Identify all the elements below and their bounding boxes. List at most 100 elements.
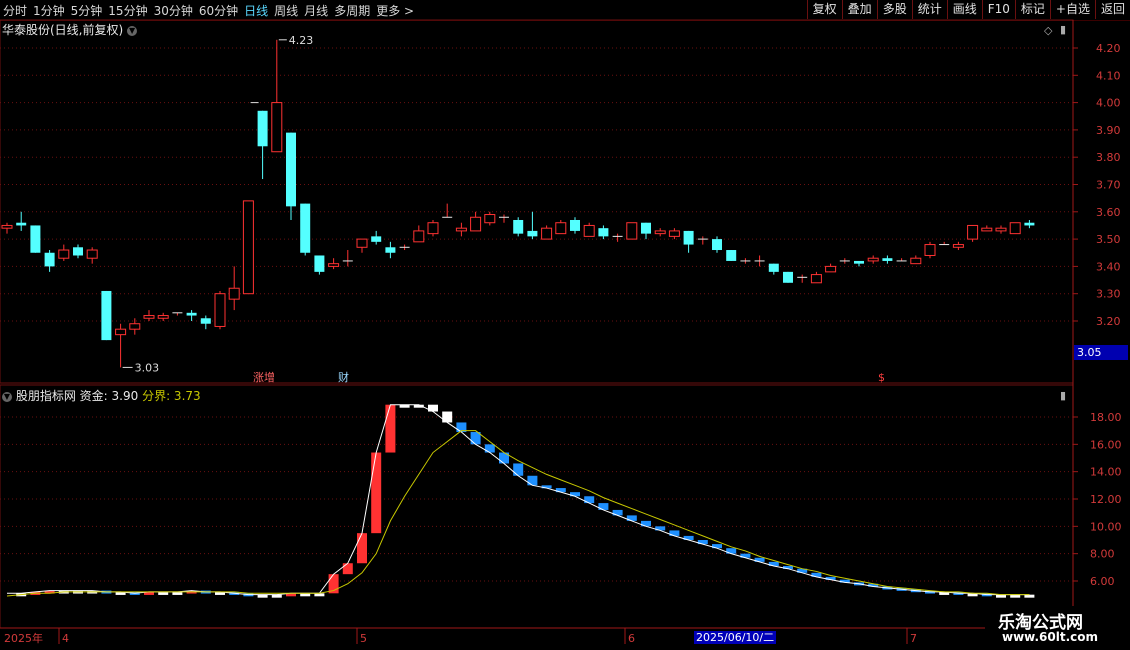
candle-body xyxy=(854,260,864,264)
indicator-tick-label: 6.00 xyxy=(1090,575,1115,588)
candle-body xyxy=(867,257,879,262)
candle-body xyxy=(385,247,396,253)
candle-body xyxy=(228,287,240,300)
price-tick-label: 4.00 xyxy=(1096,97,1121,110)
candle-body xyxy=(726,250,737,261)
fund-bar xyxy=(385,404,396,453)
candle-body xyxy=(967,224,979,240)
candle-body xyxy=(271,102,283,153)
price-tick-label: 3.50 xyxy=(1096,233,1121,246)
price-tick-label: 3.70 xyxy=(1096,179,1121,192)
candle-body xyxy=(58,249,70,259)
candle-body xyxy=(129,323,141,330)
time-axis-label: 2025年 xyxy=(4,631,43,645)
fund-bar xyxy=(428,404,438,412)
price-tick-label: 3.90 xyxy=(1096,124,1121,137)
candle-body xyxy=(101,290,112,341)
candle-body xyxy=(952,244,964,248)
time-axis-label: 6 xyxy=(628,632,635,645)
price-tick-label: 3.20 xyxy=(1096,315,1121,328)
candle-body xyxy=(513,219,524,234)
indicator-tick-label: 10.00 xyxy=(1090,520,1122,533)
candle-body xyxy=(300,203,311,253)
candle-body xyxy=(810,274,822,284)
high-label: 4.23 xyxy=(289,34,314,47)
current-price-box: 3.05 xyxy=(1074,345,1128,360)
candle-body xyxy=(683,230,694,245)
candle-body xyxy=(44,252,55,267)
candle-body xyxy=(527,230,538,237)
fund-bar xyxy=(527,475,538,486)
fund-line xyxy=(7,404,1030,596)
candle-body xyxy=(143,315,155,319)
candle-body xyxy=(541,227,553,240)
event-marker-dollar: $ xyxy=(878,371,885,384)
candle-body xyxy=(1,224,13,229)
indicator-tick-label: 18.00 xyxy=(1090,411,1122,424)
price-tick-label: 3.80 xyxy=(1096,151,1121,164)
candle-body xyxy=(413,230,425,243)
candle-body xyxy=(654,230,666,235)
boundary-line xyxy=(6,430,1030,597)
event-marker-cai: 财 xyxy=(338,370,349,384)
candle-body xyxy=(626,222,638,240)
indicator-tick-label: 14.00 xyxy=(1090,466,1122,479)
candle-body xyxy=(314,255,325,272)
price-tick-label: 4.10 xyxy=(1096,69,1121,82)
main-panel-frame xyxy=(0,19,1074,384)
candle-body xyxy=(371,236,382,242)
watermark-url: www.60lt.com xyxy=(1002,630,1099,644)
candle-body xyxy=(257,110,268,147)
indicator-tick-label: 16.00 xyxy=(1090,438,1122,451)
fund-bar xyxy=(342,563,353,575)
cursor-date: 2025/06/10/二 xyxy=(694,631,777,644)
fund-bar xyxy=(484,444,495,453)
candle-body xyxy=(200,318,211,324)
candle-body xyxy=(86,249,98,259)
event-marker-zhangzeng: 涨增 xyxy=(253,370,275,384)
price-tick-label: 4.20 xyxy=(1096,42,1121,55)
candle-body xyxy=(484,214,496,224)
fund-bar xyxy=(357,533,367,564)
candle-body xyxy=(455,227,467,232)
fund-bar xyxy=(584,496,595,504)
chart-canvas[interactable]: 4.20 4.10 4.00 3.90 3.80 3.70 3.60 3.50 3.40 3.30… xyxy=(0,0,1130,650)
candle-body xyxy=(712,239,722,251)
candle-body xyxy=(1009,222,1021,235)
candle-body xyxy=(981,227,993,232)
candle-body xyxy=(768,263,779,272)
fund-bar xyxy=(371,452,382,534)
candle-body xyxy=(242,200,254,295)
candle-body xyxy=(1024,222,1035,226)
time-axis-label: 5 xyxy=(360,632,367,645)
price-tick-label: 3.30 xyxy=(1096,288,1121,301)
fund-bar xyxy=(513,463,524,476)
candle-body xyxy=(995,227,1007,232)
candle-body xyxy=(570,219,580,231)
candle-body xyxy=(214,293,226,327)
candle-body xyxy=(882,258,893,261)
candle-body xyxy=(470,216,482,232)
candle-body xyxy=(555,222,567,235)
indicator-tick-label: 12.00 xyxy=(1090,493,1122,506)
candle-body xyxy=(641,222,651,234)
candle-body xyxy=(356,238,368,248)
low-label: 3.03 xyxy=(135,361,160,374)
candle-body xyxy=(598,228,609,237)
fund-bar xyxy=(442,411,453,423)
time-axis-label: 4 xyxy=(62,632,69,645)
candle-body xyxy=(825,265,837,273)
price-tick-label: 3.60 xyxy=(1096,206,1121,219)
candle-body xyxy=(583,224,595,237)
fund-bar xyxy=(598,503,609,510)
candle-body xyxy=(328,263,340,267)
time-axis-label: 7 xyxy=(910,632,917,645)
candle-body xyxy=(73,247,83,256)
candle-body xyxy=(783,271,793,283)
price-tick-label: 3.40 xyxy=(1096,260,1121,273)
candle-body xyxy=(427,222,439,235)
candle-body xyxy=(30,225,41,253)
candle-body xyxy=(16,222,27,226)
candle-body xyxy=(924,244,936,256)
candle-body xyxy=(186,312,197,316)
